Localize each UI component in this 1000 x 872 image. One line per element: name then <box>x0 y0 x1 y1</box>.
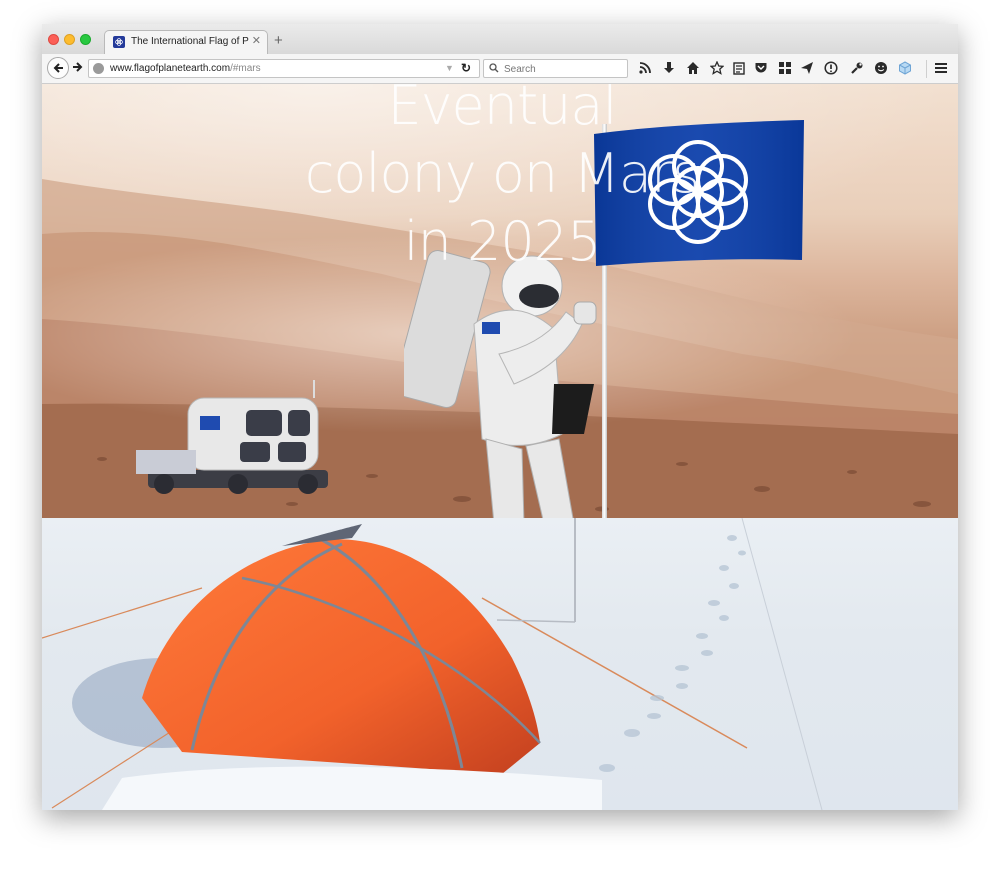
minimize-window-button[interactable] <box>64 34 75 45</box>
tab-bar: The International Flag of Planet Earth ✕… <box>42 24 958 55</box>
forward-arrow-icon[interactable] <box>72 61 84 73</box>
back-arrow-icon <box>53 63 63 73</box>
reload-icon[interactable]: ↻ <box>461 61 471 75</box>
reading-list-icon[interactable] <box>732 61 746 75</box>
emoji-icon[interactable] <box>874 61 888 75</box>
address-bar[interactable]: www.flagofplanetearth.com/#mars ▼ ↻ <box>88 59 480 78</box>
rover-illustration <box>136 380 328 494</box>
url-dropdown-icon[interactable]: ▼ <box>445 63 454 73</box>
url-path: /#mars <box>230 63 261 74</box>
wrench-icon[interactable] <box>850 61 864 75</box>
back-button[interactable] <box>47 57 69 79</box>
search-icon <box>489 63 499 73</box>
download-icon[interactable] <box>662 61 676 75</box>
home-icon[interactable] <box>686 61 700 75</box>
grid-icon[interactable] <box>778 61 792 75</box>
tab-close-icon[interactable]: ✕ <box>252 34 261 47</box>
browser-window: The International Flag of Planet Earth ✕… <box>42 24 958 810</box>
toolbar-separator <box>926 60 927 78</box>
tent-in-snow-illustration <box>42 518 823 810</box>
search-input[interactable] <box>502 61 626 78</box>
globe-icon <box>93 63 104 74</box>
mars-scene: Eventual colony on Mars in 2025 <box>42 84 958 518</box>
rss-icon[interactable] <box>638 61 652 75</box>
hero-line-1: Eventual <box>387 84 617 137</box>
search-bar[interactable] <box>483 59 628 78</box>
hero-line-2: colony on Mars <box>304 142 701 205</box>
url-text[interactable]: www.flagofplanetearth.com/#mars <box>110 63 261 74</box>
antarctic-scene <box>42 518 958 810</box>
flag-favicon-icon <box>113 36 125 48</box>
send-icon[interactable] <box>800 61 814 75</box>
new-tab-icon[interactable]: + <box>274 32 283 49</box>
hero-title: Eventual colony on Mars in 2025 <box>272 84 732 276</box>
close-window-button[interactable] <box>48 34 59 45</box>
hero-line-3: in 2025 <box>403 210 602 273</box>
navigation-bar: www.flagofplanetearth.com/#mars ▼ ↻ <box>42 54 958 84</box>
url-host: www.flagofplanetearth.com <box>110 63 231 74</box>
tab-active[interactable]: The International Flag of Planet Earth ✕ <box>104 30 268 55</box>
page-content: Eventual colony on Mars in 2025 <box>42 84 958 810</box>
bookmark-star-icon[interactable] <box>710 61 724 75</box>
cube-icon[interactable] <box>898 61 912 75</box>
pocket-icon[interactable] <box>754 61 768 75</box>
info-icon[interactable] <box>824 61 838 75</box>
tab-title: The International Flag of Planet Earth <box>131 36 249 47</box>
zoom-window-button[interactable] <box>80 34 91 45</box>
menu-icon[interactable] <box>934 61 948 75</box>
astronaut-illustration <box>404 250 597 518</box>
